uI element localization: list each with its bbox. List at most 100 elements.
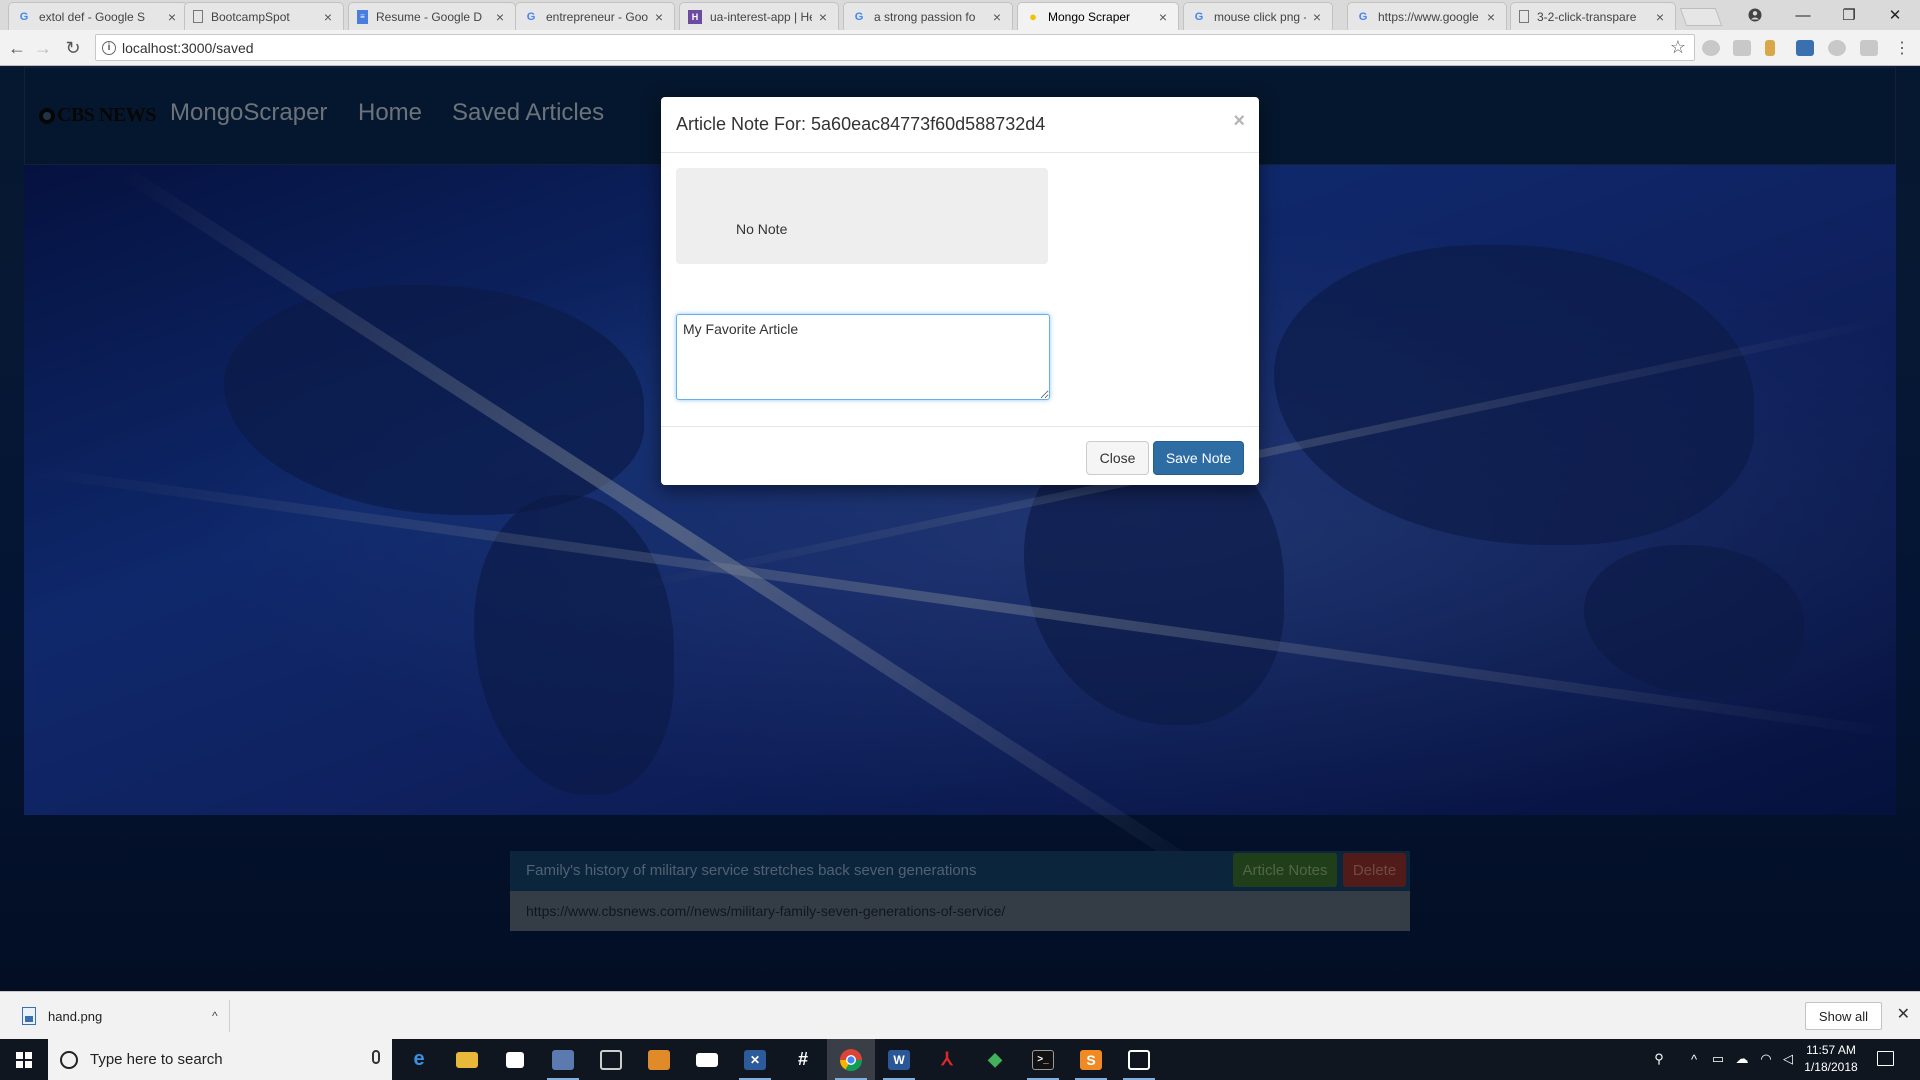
browser-toolbar: ← → ↻ i localhost:3000/saved ☆ ⋮: [0, 30, 1920, 66]
tab-bootcampspot[interactable]: BootcampSpot ×: [184, 2, 344, 30]
tab-close-icon[interactable]: ×: [493, 9, 507, 25]
back-icon[interactable]: ←: [5, 36, 29, 60]
close-icon[interactable]: ✕: [1897, 1004, 1910, 1024]
google-icon: G: [19, 10, 29, 23]
profile-icon[interactable]: [1732, 0, 1778, 30]
microphone-icon[interactable]: [372, 1050, 380, 1064]
site-info-icon[interactable]: i: [102, 40, 116, 55]
photos-app-icon[interactable]: [1115, 1039, 1163, 1080]
start-button[interactable]: [0, 1039, 48, 1080]
heroku-icon: H: [688, 9, 702, 24]
note-input[interactable]: [676, 314, 1050, 400]
taskbar-search-box[interactable]: Type here to search: [48, 1039, 392, 1080]
tab-close-icon[interactable]: ×: [321, 9, 335, 25]
tab-title: 3-2-click-transpare: [1537, 9, 1637, 24]
image-file-icon: [22, 1007, 36, 1025]
tab-strong-passion[interactable]: G a strong passion fo ×: [843, 2, 1013, 30]
tab-mouse-click[interactable]: G mouse click png - G ×: [1183, 2, 1333, 30]
close-button[interactable]: Close: [1086, 441, 1149, 475]
download-item[interactable]: hand.png ^: [12, 1000, 230, 1032]
restore-window-icon[interactable]: ❐: [1826, 0, 1872, 30]
search-placeholder: Type here to search: [90, 1051, 223, 1068]
tab-click-transparent[interactable]: 3-2-click-transpare ×: [1510, 2, 1676, 30]
google-icon: G: [1358, 10, 1368, 23]
windows-logo-icon: [16, 1051, 32, 1068]
tab-title: a strong passion fo: [874, 9, 976, 24]
chevron-up-icon[interactable]: ^: [212, 1009, 218, 1023]
clock-time: 11:57 AM: [1806, 1043, 1856, 1057]
tab-close-icon[interactable]: ×: [816, 9, 830, 25]
action-center-icon[interactable]: [1877, 1051, 1894, 1066]
close-icon[interactable]: ×: [1233, 110, 1245, 133]
file-explorer-icon[interactable]: [443, 1039, 491, 1080]
menu-kebab-icon[interactable]: ⋮: [1890, 36, 1914, 60]
extension-icon[interactable]: [1733, 40, 1751, 56]
cortana-icon: [60, 1050, 78, 1069]
extension-icon[interactable]: [1796, 40, 1814, 56]
tab-entrepreneur[interactable]: G entrepreneur - Goo ×: [515, 2, 675, 30]
tab-close-icon[interactable]: ×: [1484, 9, 1498, 25]
explorer-window-icon[interactable]: [539, 1039, 587, 1080]
bulb-icon: ●: [1029, 9, 1037, 24]
address-bar[interactable]: i localhost:3000/saved ☆: [95, 34, 1695, 61]
close-window-icon[interactable]: ✕: [1872, 0, 1918, 30]
tab-title: Mongo Scraper: [1048, 9, 1131, 24]
google-icon: G: [854, 10, 864, 23]
extension-icon[interactable]: [1702, 40, 1720, 56]
store-app-icon[interactable]: [491, 1039, 539, 1080]
page-icon: [1519, 10, 1529, 23]
extension-icon[interactable]: [1765, 40, 1775, 56]
terminal-app-icon[interactable]: >_: [1019, 1039, 1067, 1080]
minimize-window-icon[interactable]: —: [1780, 0, 1826, 30]
onedrive-cloud-icon[interactable]: ☁: [1734, 1051, 1750, 1067]
edge-app-icon[interactable]: e: [395, 1039, 443, 1080]
media-player-icon[interactable]: [635, 1039, 683, 1080]
tab-title: ua-interest-app | He: [710, 9, 812, 24]
tab-title: BootcampSpot: [211, 9, 290, 24]
extension-icon[interactable]: [1828, 40, 1846, 56]
tab-close-icon[interactable]: ×: [990, 9, 1004, 25]
people-icon[interactable]: ⚲: [1651, 1051, 1667, 1067]
clock-date: 1/18/2018: [1804, 1060, 1858, 1074]
tab-resume[interactable]: ≡ Resume - Google D ×: [348, 2, 516, 30]
bookmark-star-icon[interactable]: ☆: [1670, 37, 1686, 58]
tab-close-icon[interactable]: ×: [652, 9, 666, 25]
show-all-downloads-button[interactable]: Show all: [1805, 1002, 1882, 1030]
mail-app-icon[interactable]: [683, 1039, 731, 1080]
sublime-text-icon[interactable]: S: [1067, 1039, 1115, 1080]
tab-close-icon[interactable]: ×: [1653, 9, 1667, 25]
tab-title: entrepreneur - Goo: [546, 9, 648, 24]
chrome-app-icon[interactable]: [827, 1039, 875, 1080]
tab-ua-interest-app[interactable]: H ua-interest-app | He ×: [679, 2, 839, 30]
download-shelf: hand.png ^ Show all ✕: [0, 991, 1920, 1039]
reload-icon[interactable]: ↻: [61, 36, 85, 60]
new-tab-button[interactable]: [1679, 8, 1723, 26]
existing-note-panel: No Note: [676, 168, 1048, 264]
save-note-button[interactable]: Save Note: [1153, 441, 1244, 475]
wifi-icon[interactable]: ◠: [1758, 1051, 1774, 1067]
snipping-tool-icon[interactable]: [587, 1039, 635, 1080]
vscode-app-icon[interactable]: ✕: [731, 1039, 779, 1080]
tab-title: mouse click png - G: [1214, 9, 1306, 24]
word-app-icon[interactable]: W: [875, 1039, 923, 1080]
tab-close-icon[interactable]: ×: [1156, 9, 1170, 25]
tab-close-icon[interactable]: ×: [1310, 9, 1324, 25]
forward-icon[interactable]: →: [31, 36, 55, 60]
taskbar-clock[interactable]: 11:57 AM 1/18/2018: [1796, 1042, 1866, 1076]
existing-note-text: No Note: [736, 221, 788, 237]
tab-google-url[interactable]: G https://www.google ×: [1347, 2, 1507, 30]
volume-icon[interactable]: ◁: [1780, 1051, 1796, 1067]
page-icon: [193, 10, 203, 23]
battery-icon[interactable]: ▭: [1710, 1051, 1726, 1067]
address-url: localhost:3000/saved: [122, 39, 254, 56]
slack-app-icon[interactable]: #: [779, 1039, 827, 1080]
extension-icon[interactable]: [1860, 40, 1878, 56]
tab-close-icon[interactable]: ×: [165, 9, 179, 25]
tab-mongo-scraper[interactable]: ● Mongo Scraper ×: [1017, 2, 1179, 30]
green-app-icon[interactable]: ◆: [971, 1039, 1019, 1080]
acrobat-app-icon[interactable]: ⅄: [923, 1039, 971, 1080]
modal-footer: Close Save Note: [661, 426, 1259, 485]
tab-extol-def[interactable]: G extol def - Google S ×: [8, 2, 188, 30]
modal-header: Article Note For: 5a60eac84773f60d588732…: [661, 97, 1259, 153]
chevron-up-icon[interactable]: ^: [1686, 1051, 1702, 1067]
